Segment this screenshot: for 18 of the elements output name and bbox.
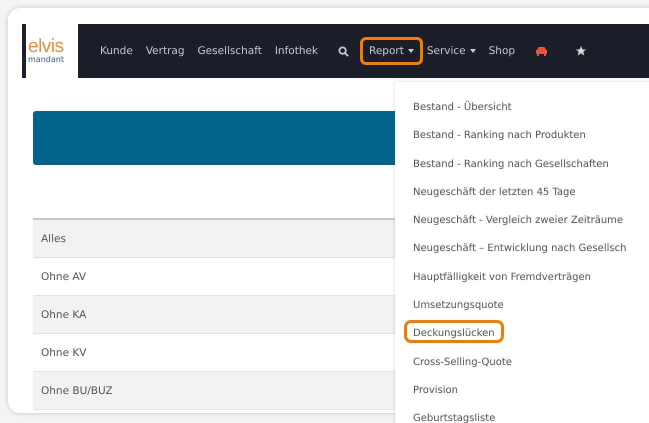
menu-item[interactable]: Cross-Selling-Quote xyxy=(404,348,521,372)
menu-item[interactable]: Neugeschäft – Entwicklung nach Gesellsch xyxy=(404,235,636,258)
menu-item[interactable]: Bestand - Ranking nach Produkten xyxy=(404,122,595,145)
table-cell: Ohne KV xyxy=(41,346,86,358)
nav-dropdown[interactable]: Report xyxy=(360,37,423,65)
menu-item[interactable]: Hauptfälligkeit von Fremdverträgen xyxy=(404,264,600,286)
menu-item[interactable]: Umsetzungsquote xyxy=(404,292,513,315)
menu-item[interactable]: Bestand - Ranking nach Gesellschaften xyxy=(404,150,618,174)
menu-item[interactable]: Neugeschäft - Vergleich zweier Zeiträume xyxy=(404,207,632,230)
menu-item[interactable]: Provision xyxy=(404,376,468,400)
menu-item[interactable]: Geburtstagsliste xyxy=(404,405,504,423)
table-cell: Ohne AV xyxy=(41,270,86,282)
menu-item[interactable]: Neugeschäft der letzten 45 Tage xyxy=(404,178,585,202)
table-cell: Alles xyxy=(41,232,66,244)
menu-item[interactable]: Bestand - Übersicht xyxy=(404,94,521,116)
table-cell: Ohne KA xyxy=(41,308,86,320)
menu-item[interactable]: Deckungslücken xyxy=(404,320,504,343)
table-cell: Ohne BU/BUZ xyxy=(41,384,113,396)
